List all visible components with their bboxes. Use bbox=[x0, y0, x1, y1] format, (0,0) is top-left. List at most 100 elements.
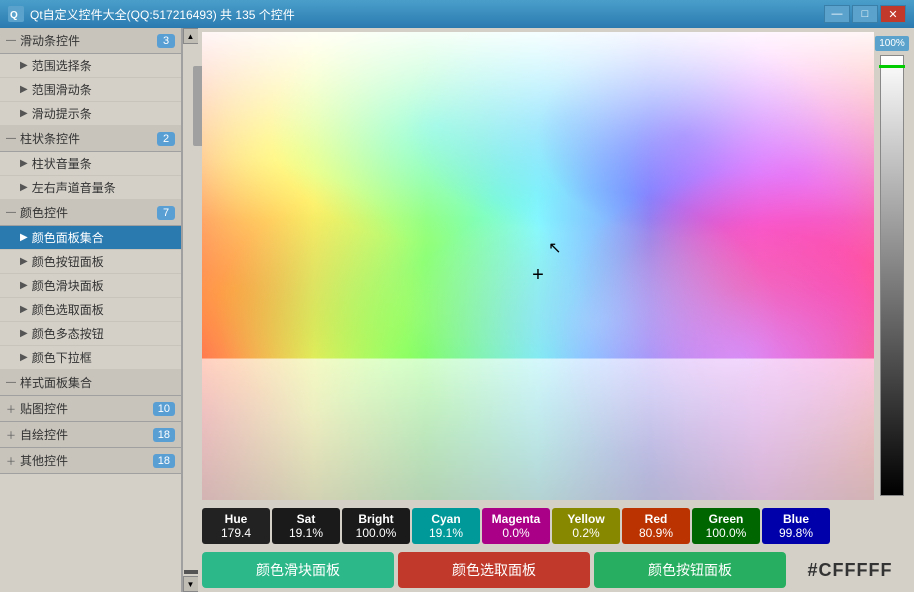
blue-label: Blue bbox=[783, 512, 809, 526]
green-label: Green bbox=[709, 512, 744, 526]
sidebar: — 滑动条控件 3 ▶ 范围选择条 ▶ 范围滑动条 ▶ 滑动提示条 — 柱状条控… bbox=[0, 28, 182, 592]
blue-value-box[interactable]: Blue 99.8% bbox=[762, 508, 830, 544]
sidebar-group-slider[interactable]: — 滑动条控件 3 bbox=[0, 28, 181, 54]
color-canvas-wrapper[interactable]: + ↖ bbox=[202, 32, 874, 500]
scroll-grip bbox=[184, 570, 198, 574]
scroll-down-button[interactable]: ▼ bbox=[183, 576, 199, 592]
sidebar-group-color-badge: 7 bbox=[157, 206, 175, 220]
green-value-box[interactable]: Green 100.0% bbox=[692, 508, 760, 544]
chevron-right-icon: ▶ bbox=[20, 108, 28, 119]
sidebar-item-stereo-bar[interactable]: ▶ 左右声道音量条 bbox=[0, 176, 181, 200]
collapse-icon: — bbox=[6, 133, 16, 144]
green-value: 100.0% bbox=[706, 526, 747, 540]
color-panel-container: + ↖ 100% bbox=[198, 28, 914, 504]
sidebar-item-label: 范围选择条 bbox=[32, 57, 92, 74]
magenta-label: Magenta bbox=[492, 512, 541, 526]
chevron-right-icon: ▶ bbox=[20, 280, 28, 291]
sidebar-group-column-label: 柱状条控件 bbox=[20, 130, 157, 147]
content-area: + ↖ 100% Hue 179.4 Sat 19.1% bbox=[198, 28, 914, 592]
sidebar-group-draw-label: 自绘控件 bbox=[20, 426, 153, 443]
bright-label: Bright bbox=[358, 512, 393, 526]
sidebar-item-slide-tip[interactable]: ▶ 滑动提示条 bbox=[0, 102, 181, 126]
sidebar-item-label: 滑动提示条 bbox=[32, 105, 92, 122]
sat-value-box[interactable]: Sat 19.1% bbox=[272, 508, 340, 544]
magenta-value-box[interactable]: Magenta 0.0% bbox=[482, 508, 550, 544]
plus-icon: ＋ bbox=[6, 427, 16, 442]
bottom-bar: 颜色滑块面板 颜色选取面板 颜色按钮面板 #CFFFFF bbox=[198, 548, 914, 592]
sidebar-group-other-label: 其他控件 bbox=[20, 452, 153, 469]
sidebar-item-label: 左右声道音量条 bbox=[32, 179, 116, 196]
yellow-label: Yellow bbox=[567, 512, 604, 526]
svg-text:Q: Q bbox=[10, 10, 18, 21]
bright-value: 100.0% bbox=[356, 526, 397, 540]
sidebar-item-label: 范围滑动条 bbox=[32, 81, 92, 98]
color-canvas[interactable]: + ↖ bbox=[202, 32, 874, 500]
blue-value: 99.8% bbox=[779, 526, 813, 540]
hex-color-display: #CFFFFF bbox=[790, 552, 910, 588]
chevron-right-icon: ▶ bbox=[20, 60, 28, 71]
hue-value-box[interactable]: Hue 179.4 bbox=[202, 508, 270, 544]
chevron-right-icon: ▶ bbox=[20, 304, 28, 315]
sidebar-item-color-dropdown[interactable]: ▶ 颜色下拉框 bbox=[0, 346, 181, 370]
sidebar-item-volume-bar[interactable]: ▶ 柱状音量条 bbox=[0, 152, 181, 176]
chevron-right-icon: ▶ bbox=[20, 158, 28, 169]
sidebar-item-color-picker[interactable]: ▶ 颜色选取面板 bbox=[0, 298, 181, 322]
close-button[interactable]: ✕ bbox=[880, 5, 906, 23]
sat-label: Sat bbox=[297, 512, 316, 526]
collapse-icon: — bbox=[6, 207, 16, 218]
color-values-bar: Hue 179.4 Sat 19.1% Bright 100.0% Cyan 1… bbox=[198, 504, 914, 548]
color-selector-panel-button[interactable]: 颜色选取面板 bbox=[398, 552, 590, 588]
red-value-box[interactable]: Red 80.9% bbox=[622, 508, 690, 544]
sidebar-item-label: 颜色滑块面板 bbox=[32, 277, 104, 294]
chevron-right-icon: ▶ bbox=[20, 84, 28, 95]
color-slider-panel-button[interactable]: 颜色滑块面板 bbox=[202, 552, 394, 588]
brightness-label: 100% bbox=[875, 36, 909, 51]
magenta-value: 0.0% bbox=[502, 526, 529, 540]
sidebar-item-label: 颜色面板集合 bbox=[32, 229, 104, 246]
brightness-handle[interactable] bbox=[879, 65, 905, 68]
scroll-up-button[interactable]: ▲ bbox=[183, 28, 199, 44]
sidebar-group-column[interactable]: — 柱状条控件 2 bbox=[0, 126, 181, 152]
sidebar-group-slider-label: 滑动条控件 bbox=[20, 32, 157, 49]
color-display bbox=[202, 32, 874, 500]
cyan-label: Cyan bbox=[431, 512, 460, 526]
sidebar-item-label: 颜色选取面板 bbox=[32, 301, 104, 318]
sidebar-item-label: 柱状音量条 bbox=[32, 155, 92, 172]
sidebar-item-color-multi[interactable]: ▶ 颜色多态按钮 bbox=[0, 322, 181, 346]
sidebar-group-image-label: 贴图控件 bbox=[20, 400, 153, 417]
cyan-value-box[interactable]: Cyan 19.1% bbox=[412, 508, 480, 544]
hue-value: 179.4 bbox=[221, 526, 251, 540]
sidebar-item-range-select[interactable]: ▶ 范围选择条 bbox=[0, 54, 181, 78]
bright-value-box[interactable]: Bright 100.0% bbox=[342, 508, 410, 544]
sidebar-group-slider-badge: 3 bbox=[157, 34, 175, 48]
red-label: Red bbox=[645, 512, 668, 526]
sidebar-scrollbar[interactable]: ▲ ▼ bbox=[182, 28, 198, 592]
sidebar-group-draw-badge: 18 bbox=[153, 428, 175, 442]
sidebar-group-image-badge: 10 bbox=[153, 402, 175, 416]
sidebar-item-color-panel[interactable]: ▶ 颜色面板集合 bbox=[0, 226, 181, 250]
sidebar-item-color-button[interactable]: ▶ 颜色按钮面板 bbox=[0, 250, 181, 274]
sidebar-group-other-badge: 18 bbox=[153, 454, 175, 468]
minimize-button[interactable]: — bbox=[824, 5, 850, 23]
brightness-slider-panel: 100% bbox=[874, 32, 910, 500]
color-gradient-svg bbox=[202, 32, 874, 500]
sidebar-group-style[interactable]: — 样式面板集合 bbox=[0, 370, 181, 396]
sidebar-group-color[interactable]: — 颜色控件 7 bbox=[0, 200, 181, 226]
brightness-bar[interactable] bbox=[880, 55, 904, 496]
sidebar-item-label: 颜色按钮面板 bbox=[32, 253, 104, 270]
collapse-icon: — bbox=[6, 35, 16, 46]
chevron-right-icon: ▶ bbox=[20, 328, 28, 339]
chevron-right-icon: ▶ bbox=[20, 256, 28, 267]
cyan-value: 19.1% bbox=[429, 526, 463, 540]
yellow-value-box[interactable]: Yellow 0.2% bbox=[552, 508, 620, 544]
chevron-right-icon: ▶ bbox=[20, 352, 28, 363]
sidebar-item-range-slider[interactable]: ▶ 范围滑动条 bbox=[0, 78, 181, 102]
sidebar-group-image[interactable]: ＋ 贴图控件 10 bbox=[0, 396, 181, 422]
red-value: 80.9% bbox=[639, 526, 673, 540]
maximize-button[interactable]: □ bbox=[852, 5, 878, 23]
yellow-value: 0.2% bbox=[572, 526, 599, 540]
sidebar-group-other[interactable]: ＋ 其他控件 18 bbox=[0, 448, 181, 474]
color-buttons-panel-button[interactable]: 颜色按钮面板 bbox=[594, 552, 786, 588]
sidebar-item-color-slider[interactable]: ▶ 颜色滑块面板 bbox=[0, 274, 181, 298]
sidebar-group-draw[interactable]: ＋ 自绘控件 18 bbox=[0, 422, 181, 448]
